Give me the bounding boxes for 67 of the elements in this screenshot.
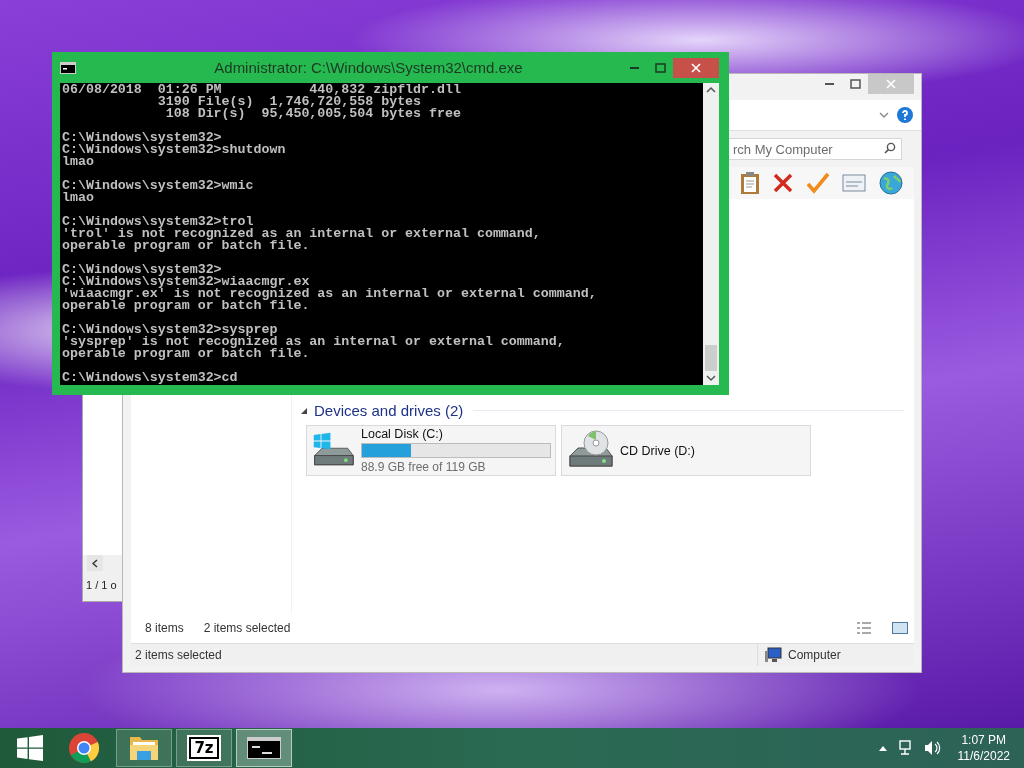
- console-icon: [60, 61, 76, 74]
- selection-count: 2 items selected: [203, 621, 291, 635]
- console-line: C:\Windows\system32>shutdown: [62, 144, 287, 156]
- page-indicator: 1 / 1 o: [85, 578, 118, 593]
- archiver-logo: 7z: [189, 737, 219, 759]
- console-line: operable program or batch file.: [62, 300, 311, 312]
- console-line: lmao: [62, 192, 94, 204]
- computer-icon: [764, 647, 782, 663]
- console-line: 'wiaacmgr.ex' is not recognized as an internal or external command,: [62, 288, 598, 300]
- console-line: 108 Dir(s) 95,450,005,504 bytes free: [164, 108, 462, 120]
- globe-icon[interactable]: [878, 170, 904, 196]
- taskbar-app-button[interactable]: [116, 729, 172, 767]
- console-line: lmao: [62, 156, 94, 168]
- minimize-icon: [629, 66, 639, 69]
- taskbar-app-button[interactable]: 7z: [176, 729, 232, 767]
- chevron-down-icon[interactable]: [879, 112, 889, 118]
- location-text: Computer: [788, 648, 841, 662]
- drive-name: CD Drive (D:): [620, 443, 696, 458]
- window-title: Administrator: C:\Windows\System32\cmd.exe: [213, 59, 524, 76]
- maximize-icon: [849, 79, 861, 89]
- console-line: C:\Windows\system32>wiaacmgr.ex: [62, 276, 311, 288]
- drive-tile[interactable]: CD Drive (D:): [561, 425, 811, 476]
- drive-tile[interactable]: Local Disk (C:) 88.9 GB free of 119 GB: [306, 425, 556, 476]
- console-line: C:\Windows\system32>: [62, 132, 222, 144]
- scroll-left-button[interactable]: [87, 555, 103, 571]
- close-icon: [691, 62, 701, 73]
- console-line: C:\Windows\system32>cd: [62, 372, 239, 384]
- search-icon: [884, 142, 896, 154]
- help-icon[interactable]: [897, 107, 913, 123]
- clock[interactable]: 1:07 PM 11/6/2022: [951, 732, 1016, 764]
- console-line: C:\Windows\system32>: [62, 264, 222, 276]
- chevron-left-icon: [92, 558, 98, 568]
- console-line: 'sysprep' is not recognized as an internal or external command,: [62, 336, 566, 348]
- console-line: C:\Windows\system32>trol: [62, 216, 255, 228]
- browser-icon: [68, 732, 100, 764]
- console-line: C:\Windows\system32>sysprep: [62, 324, 279, 336]
- collapse-triangle-icon[interactable]: [300, 406, 308, 415]
- taskbar-app-button[interactable]: [236, 729, 292, 767]
- console-line: operable program or batch file.: [62, 348, 311, 360]
- item-count: 8 items: [145, 621, 184, 635]
- status-text: 2 items selected: [135, 648, 222, 662]
- volume-icon[interactable]: [923, 740, 942, 756]
- windows-logo-icon: [17, 735, 43, 761]
- scrollbar[interactable]: [703, 83, 719, 385]
- close-icon: [886, 79, 896, 89]
- tiles-view-icon[interactable]: [892, 622, 908, 634]
- network-icon[interactable]: [897, 740, 914, 756]
- delete-icon[interactable]: [772, 172, 794, 194]
- console-line: 06/08/2018 01:26 PM 440,832 zipfldr.dll: [62, 84, 462, 96]
- section-heading: Devices and drives (2): [314, 402, 464, 419]
- checkmark-icon[interactable]: [806, 172, 830, 194]
- search-field[interactable]: rch My Computer: [726, 138, 902, 160]
- show-hidden-icons-icon[interactable]: [877, 745, 888, 751]
- console-line: 3190 File(s) 1,746,720,558 bytes: [156, 96, 422, 108]
- maximize-icon: [654, 62, 666, 73]
- scrollbar-thumb[interactable]: [705, 345, 717, 371]
- console-icon: [247, 737, 281, 759]
- clock-date: 11/6/2022: [957, 748, 1010, 764]
- close-button[interactable]: [673, 57, 719, 78]
- minimize-icon: [824, 83, 834, 85]
- console-line: C:\Windows\system32>wmic: [62, 180, 255, 192]
- drive-name: Local Disk (C:): [361, 427, 444, 441]
- free-space-text: 88.9 GB free of 119 GB: [361, 460, 487, 474]
- clipboard-icon[interactable]: [740, 171, 760, 195]
- clock-time: 1:07 PM: [961, 732, 1007, 748]
- console-line: operable program or batch file.: [62, 240, 311, 252]
- console-line: 'trol' is not recognized as an internal or external command,: [62, 228, 542, 240]
